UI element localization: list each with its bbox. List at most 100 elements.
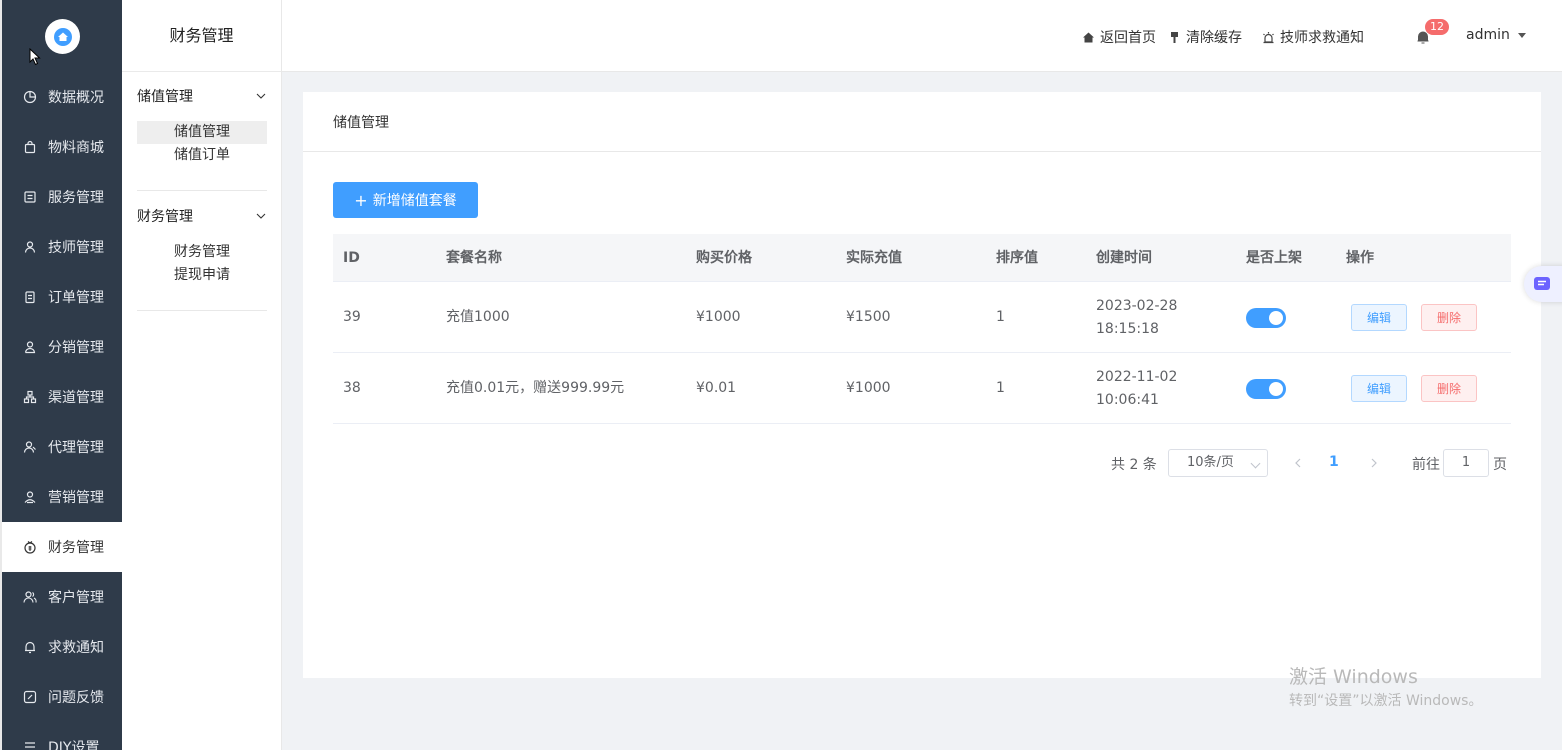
sub-sidebar-title: 财务管理 <box>122 0 281 72</box>
cell-actual: ¥1000 <box>846 380 891 396</box>
nav-item-data-overview[interactable]: 数据概况 <box>2 72 122 122</box>
group-divider <box>137 190 267 191</box>
created-date: 2022-11-02 <box>1096 369 1178 385</box>
service-icon <box>22 189 38 205</box>
cell-price: ¥0.01 <box>696 380 737 396</box>
nav-item-diy-settings[interactable]: DIY设置 <box>2 722 122 750</box>
delete-button[interactable]: 删除 <box>1421 304 1477 331</box>
back-home-label: 返回首页 <box>1100 30 1156 46</box>
cell-id: 38 <box>343 380 361 396</box>
nav-item-feedback[interactable]: 问题反馈 <box>2 672 122 722</box>
technician-alert-link[interactable]: 技师求救通知 <box>1262 27 1364 47</box>
notification-badge: 12 <box>1425 19 1449 35</box>
on-shelf-toggle[interactable] <box>1246 308 1286 328</box>
bell-icon <box>22 639 38 655</box>
on-shelf-toggle[interactable] <box>1246 379 1286 399</box>
username: admin <box>1466 27 1510 43</box>
link-finance-manage[interactable]: 财务管理 <box>137 241 267 264</box>
marketing-icon <box>22 489 38 505</box>
cell-created: 2022-11-02 10:06:41 <box>1096 366 1177 412</box>
group-header-finance[interactable]: 财务管理 <box>137 204 267 228</box>
edit-button[interactable]: 编辑 <box>1351 304 1407 331</box>
windows-watermark-title: 激活 Windows <box>1289 666 1418 688</box>
chevron-right-icon <box>1371 458 1377 468</box>
nav-item-channel[interactable]: 渠道管理 <box>2 372 122 422</box>
nav-item-label: 财务管理 <box>48 540 104 556</box>
goto-page-input[interactable]: 1 <box>1443 449 1489 477</box>
technician-icon <box>22 239 38 255</box>
cell-name: 充值0.01元，赠送999.99元 <box>446 380 625 396</box>
prev-page-button[interactable] <box>1288 453 1308 473</box>
nav-item-finance[interactable]: 财务管理 <box>2 522 122 572</box>
page-size-select[interactable]: 10条/页 <box>1168 449 1268 477</box>
link-stored-value-orders[interactable]: 储值订单 <box>137 144 267 167</box>
home-logo[interactable] <box>45 19 80 54</box>
caret-down-icon <box>1517 32 1526 38</box>
clear-cache-label: 清除缓存 <box>1186 30 1242 46</box>
nav-item-customer[interactable]: 客户管理 <box>2 572 122 622</box>
nav-item-sos-notice[interactable]: 求救通知 <box>2 622 122 672</box>
nav-item-marketing[interactable]: 营销管理 <box>2 472 122 522</box>
clear-cache-link[interactable]: 清除缓存 <box>1168 27 1242 47</box>
created-date: 2023-02-28 <box>1096 298 1178 314</box>
nav-item-label: 服务管理 <box>48 190 104 206</box>
page-number-current[interactable]: 1 <box>1329 454 1339 470</box>
group-title: 财务管理 <box>137 209 193 225</box>
brush-icon <box>1171 31 1178 43</box>
delete-button[interactable]: 删除 <box>1421 375 1477 402</box>
nav-item-label: 物料商城 <box>48 140 104 156</box>
alarm-icon <box>1263 31 1274 43</box>
nav-item-label: 客户管理 <box>48 590 104 606</box>
cell-id: 39 <box>343 309 361 325</box>
chevron-down-icon <box>256 93 266 99</box>
pagination: 共 2 条 10条/页 1 前往 1 页 <box>303 448 1541 478</box>
add-package-button[interactable]: + 新增储值套餐 <box>333 182 478 218</box>
nav-item-order[interactable]: 订单管理 <box>2 272 122 322</box>
cell-actual: ¥1500 <box>846 309 891 325</box>
packages-table: ID 套餐名称 购买价格 实际充值 排序值 创建时间 是否上架 操作 39 充值… <box>333 234 1511 424</box>
created-time: 18:15:18 <box>1096 321 1159 337</box>
nav-item-label: 订单管理 <box>48 290 104 306</box>
nav-item-label: 代理管理 <box>48 440 104 456</box>
page-suffix: 页 <box>1493 457 1507 473</box>
edit-button[interactable]: 编辑 <box>1351 375 1407 402</box>
home-icon <box>1083 32 1094 42</box>
table-row: 38 充值0.01元，赠送999.99元 ¥0.01 ¥1000 1 2022-… <box>333 353 1511 424</box>
mouse-cursor-icon <box>29 48 41 66</box>
col-sort: 排序值 <box>996 250 1038 266</box>
chevron-left-icon <box>1295 458 1301 468</box>
nav-item-label: 求救通知 <box>48 640 104 656</box>
group-header-stored-value[interactable]: 储值管理 <box>137 84 267 108</box>
nav-item-technician[interactable]: 技师管理 <box>2 222 122 272</box>
agent-icon <box>22 439 38 455</box>
created-time: 10:06:41 <box>1096 392 1159 408</box>
nav-item-label: DIY设置 <box>48 740 100 750</box>
chevron-down-icon <box>1250 458 1261 469</box>
link-withdraw-request[interactable]: 提现申请 <box>137 264 267 287</box>
nav-item-label: 问题反馈 <box>48 690 104 706</box>
back-home-link[interactable]: 返回首页 <box>1082 27 1156 47</box>
next-page-button[interactable] <box>1364 453 1384 473</box>
card-title: 储值管理 <box>303 92 1541 152</box>
nav-item-label: 渠道管理 <box>48 390 104 406</box>
floating-chat-button[interactable] <box>1524 266 1562 302</box>
user-menu[interactable]: admin <box>1466 27 1526 43</box>
nav-item-service[interactable]: 服务管理 <box>2 172 122 222</box>
group-stored-value: 储值管理 储值管理 储值订单 <box>137 84 267 167</box>
nav-item-distribution[interactable]: 分销管理 <box>2 322 122 372</box>
nav-item-label: 技师管理 <box>48 240 104 256</box>
top-header: 返回首页 清除缓存 技师求救通知 12 admin <box>282 0 1562 72</box>
customer-icon <box>22 589 38 605</box>
nav-item-agent[interactable]: 代理管理 <box>2 422 122 472</box>
chat-icon <box>1534 277 1550 290</box>
group-finance: 财务管理 财务管理 提现申请 <box>137 204 267 287</box>
col-actual: 实际充值 <box>846 250 902 266</box>
windows-watermark-subtitle: 转到“设置”以激活 Windows。 <box>1289 693 1483 709</box>
cell-sort: 1 <box>996 380 1005 396</box>
pie-chart-icon <box>22 89 38 105</box>
nav-item-material-mall[interactable]: 物料商城 <box>2 122 122 172</box>
cell-price: ¥1000 <box>696 309 741 325</box>
cell-created: 2023-02-28 18:15:18 <box>1096 295 1177 341</box>
link-stored-value-manage[interactable]: 储值管理 <box>137 121 267 144</box>
col-actions: 操作 <box>1346 250 1374 266</box>
